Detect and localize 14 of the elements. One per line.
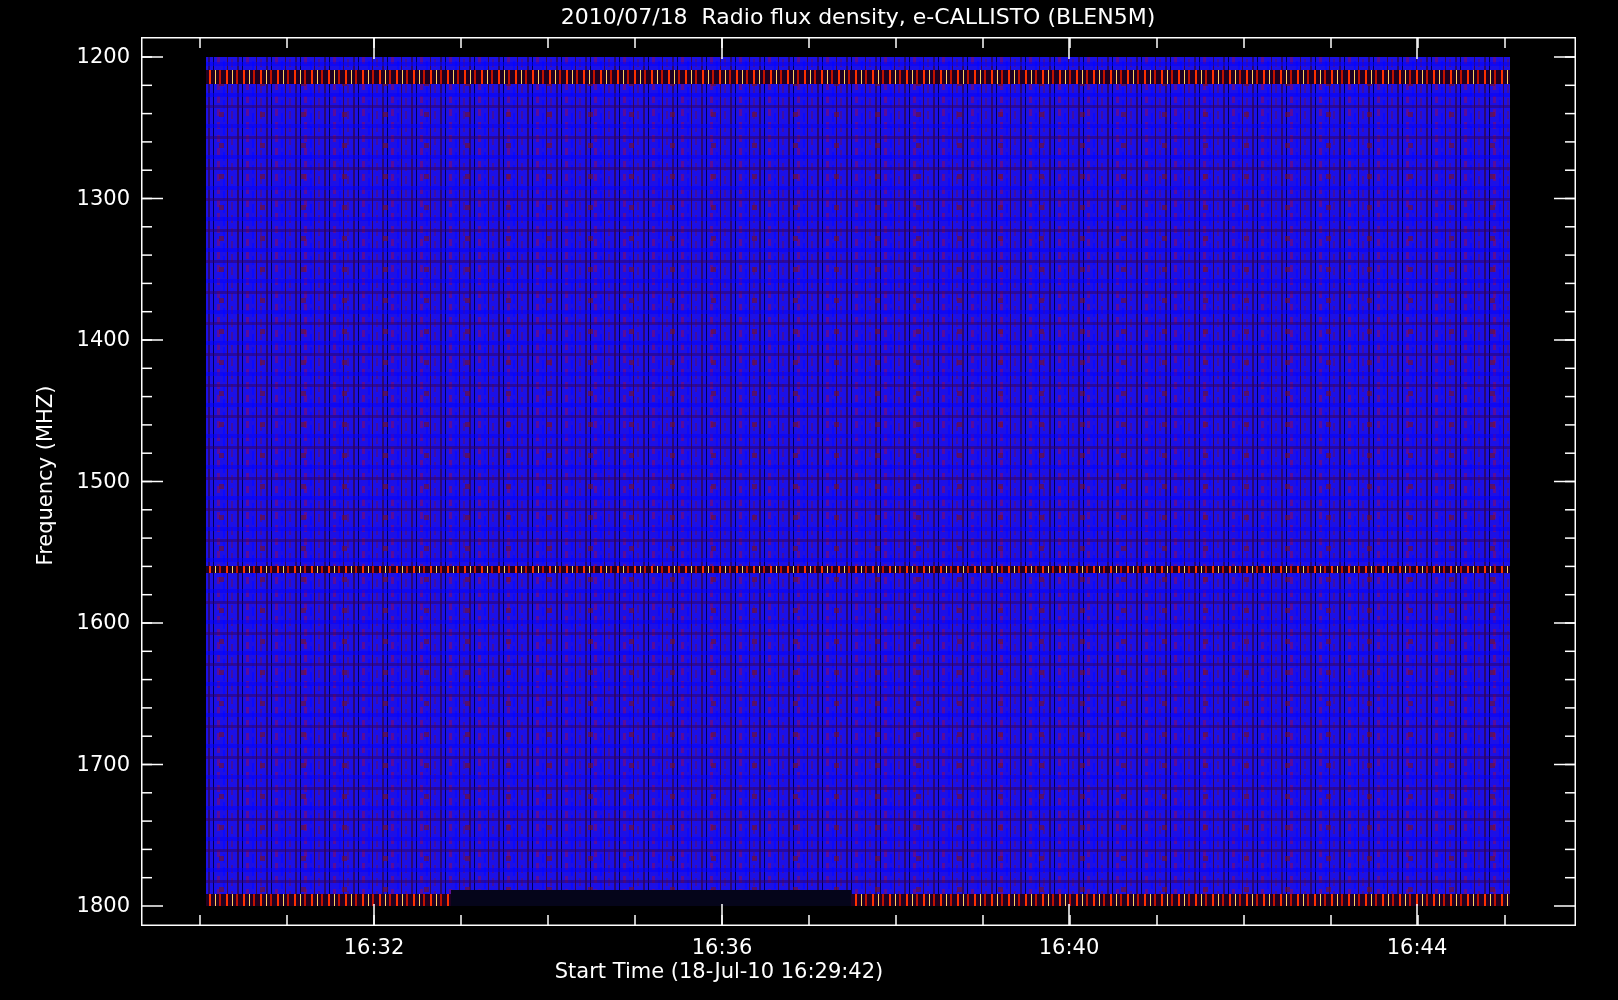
chart-title: 2010/07/18 Radio flux density, e-CALLISTO (BLEN5M) [559,3,1156,31]
y-tick-label: 1800 [76,895,130,916]
y-tick-label: 1200 [76,46,130,67]
x-axis-title: Start Time (18-Jul-10 16:29:42) [554,961,884,982]
x-tick-label: 16:32 [343,937,405,958]
x-tick-label: 16:44 [1386,937,1448,958]
y-tick-label: 1500 [76,470,130,492]
y-tick-label: 1600 [76,612,130,633]
y-tick-label: 1300 [76,187,130,209]
x-tick-label: 16:36 [691,937,753,958]
y-tick-label: 1400 [76,329,130,350]
y-axis-title: Frequency (MHZ) [34,384,56,568]
y-tick-label: 1700 [76,753,130,775]
x-tick-label: 16:40 [1038,937,1100,958]
